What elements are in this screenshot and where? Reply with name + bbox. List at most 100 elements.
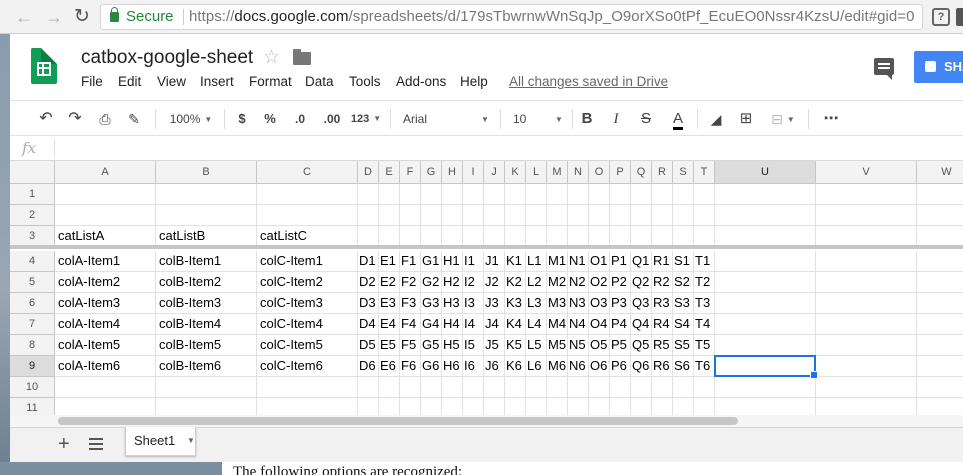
column-header-s[interactable]: S: [673, 161, 694, 184]
cell-k6[interactable]: K3: [505, 293, 526, 314]
reload-icon[interactable]: ↻: [72, 7, 92, 27]
menu-addons[interactable]: Add-ons: [396, 74, 446, 89]
cell-c4[interactable]: colC-Item1: [257, 251, 358, 272]
cell-w8[interactable]: [917, 335, 963, 356]
cell-m9[interactable]: M6: [547, 356, 568, 377]
cell-e1[interactable]: [379, 184, 400, 205]
cell-u6[interactable]: [715, 293, 816, 314]
cell-d2[interactable]: [358, 205, 379, 226]
text-color-button[interactable]: A: [669, 109, 687, 130]
cell-k1[interactable]: [505, 184, 526, 205]
cell-l2[interactable]: [526, 205, 547, 226]
cell-v1[interactable]: [816, 184, 917, 205]
scrollbar-thumb[interactable]: [58, 417, 738, 425]
cell-b2[interactable]: [156, 205, 257, 226]
cell-l7[interactable]: L4: [526, 314, 547, 335]
extension-2-icon[interactable]: [956, 8, 963, 26]
cell-v5[interactable]: [816, 272, 917, 293]
menu-file[interactable]: File: [81, 74, 103, 89]
cell-r11[interactable]: [652, 398, 673, 416]
cell-g10[interactable]: [421, 377, 442, 398]
cell-h6[interactable]: H3: [442, 293, 463, 314]
cell-o9[interactable]: O6: [589, 356, 610, 377]
cell-m5[interactable]: M2: [547, 272, 568, 293]
menu-insert[interactable]: Insert: [200, 74, 234, 89]
cell-q2[interactable]: [631, 205, 652, 226]
cell-n4[interactable]: N1: [568, 251, 589, 272]
extension-icon[interactable]: ?: [932, 8, 950, 26]
cell-h8[interactable]: H5: [442, 335, 463, 356]
cell-t6[interactable]: T3: [694, 293, 715, 314]
cell-o6[interactable]: O3: [589, 293, 610, 314]
cell-k7[interactable]: K4: [505, 314, 526, 335]
row-header-9[interactable]: 9: [10, 356, 55, 377]
cell-b5[interactable]: colB-Item2: [156, 272, 257, 293]
cell-m10[interactable]: [547, 377, 568, 398]
cell-u11[interactable]: [715, 398, 816, 416]
cell-a11[interactable]: [55, 398, 156, 416]
cell-s7[interactable]: S4: [673, 314, 694, 335]
cell-a7[interactable]: colA-Item4: [55, 314, 156, 335]
cell-b10[interactable]: [156, 377, 257, 398]
cell-h7[interactable]: H4: [442, 314, 463, 335]
cell-q9[interactable]: Q6: [631, 356, 652, 377]
address-bar[interactable]: Secure https://docs.google.com/spreadshe…: [100, 4, 923, 30]
cell-q3[interactable]: [631, 226, 652, 247]
cell-e5[interactable]: E2: [379, 272, 400, 293]
sheets-logo-icon[interactable]: [31, 48, 57, 84]
cell-i3[interactable]: [463, 226, 484, 247]
column-header-b[interactable]: B: [156, 161, 257, 184]
cell-f8[interactable]: F5: [400, 335, 421, 356]
redo-icon[interactable]: ↷: [65, 109, 85, 129]
cell-f11[interactable]: [400, 398, 421, 416]
cell-j5[interactable]: J2: [484, 272, 505, 293]
cell-n8[interactable]: N5: [568, 335, 589, 356]
cell-v3[interactable]: [816, 226, 917, 247]
cell-k5[interactable]: K2: [505, 272, 526, 293]
cell-g4[interactable]: G1: [421, 251, 442, 272]
cell-w9[interactable]: [917, 356, 963, 377]
cell-h9[interactable]: H6: [442, 356, 463, 377]
cell-l11[interactable]: [526, 398, 547, 416]
cell-d3[interactable]: [358, 226, 379, 247]
cell-v6[interactable]: [816, 293, 917, 314]
cell-o5[interactable]: O2: [589, 272, 610, 293]
cell-g2[interactable]: [421, 205, 442, 226]
undo-icon[interactable]: ↶: [36, 109, 56, 129]
cell-g9[interactable]: G6: [421, 356, 442, 377]
cell-c7[interactable]: colC-Item4: [257, 314, 358, 335]
column-header-o[interactable]: O: [589, 161, 610, 184]
cell-w6[interactable]: [917, 293, 963, 314]
cell-e7[interactable]: E4: [379, 314, 400, 335]
cell-j4[interactable]: J1: [484, 251, 505, 272]
more-formats-select[interactable]: 123 ▼: [350, 109, 382, 129]
row-header-8[interactable]: 8: [10, 335, 55, 356]
cell-o1[interactable]: [589, 184, 610, 205]
cell-d1[interactable]: [358, 184, 379, 205]
currency-format-button[interactable]: $: [234, 109, 250, 129]
cell-l4[interactable]: L1: [526, 251, 547, 272]
cell-k9[interactable]: K6: [505, 356, 526, 377]
column-header-d[interactable]: D: [358, 161, 379, 184]
cell-p7[interactable]: P4: [610, 314, 631, 335]
sheet-tab-sheet1[interactable]: Sheet1 ▼: [125, 427, 196, 456]
cell-d5[interactable]: D2: [358, 272, 379, 293]
cell-n3[interactable]: [568, 226, 589, 247]
cell-a1[interactable]: [55, 184, 156, 205]
cell-v7[interactable]: [816, 314, 917, 335]
column-header-l[interactable]: L: [526, 161, 547, 184]
cell-s2[interactable]: [673, 205, 694, 226]
cell-l5[interactable]: L2: [526, 272, 547, 293]
cell-t4[interactable]: T1: [694, 251, 715, 272]
cell-c8[interactable]: colC-Item5: [257, 335, 358, 356]
cell-w11[interactable]: [917, 398, 963, 416]
row-header-5[interactable]: 5: [10, 272, 55, 293]
cell-h2[interactable]: [442, 205, 463, 226]
cell-m7[interactable]: M4: [547, 314, 568, 335]
cell-c11[interactable]: [257, 398, 358, 416]
cell-q1[interactable]: [631, 184, 652, 205]
cell-i2[interactable]: [463, 205, 484, 226]
cell-p1[interactable]: [610, 184, 631, 205]
cell-c5[interactable]: colC-Item2: [257, 272, 358, 293]
cell-j7[interactable]: J4: [484, 314, 505, 335]
